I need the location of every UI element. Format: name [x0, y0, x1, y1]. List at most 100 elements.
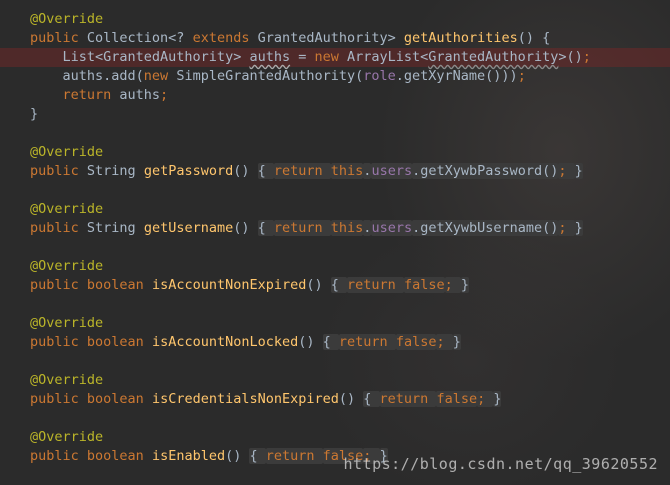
code-token: auths.add(: [30, 68, 144, 84]
code-token: }: [574, 220, 583, 236]
code-token: return: [347, 277, 404, 293]
code-token: ;: [582, 49, 591, 65]
code-line[interactable]: public boolean isAccountNonLocked() { re…: [0, 333, 670, 352]
code-token: public: [30, 220, 87, 236]
code-token: ;: [436, 334, 453, 350]
code-token: auths: [249, 49, 291, 65]
code-token: List<GrantedAuthority>: [30, 49, 250, 65]
code-token: getPassword: [143, 163, 234, 179]
code-area[interactable]: @Override public Collection<? extends Gra…: [0, 10, 670, 466]
code-line[interactable]: auths.add(new SimpleGrantedAuthority(rol…: [0, 67, 670, 86]
code-token: false: [395, 334, 437, 350]
code-token: @Override: [30, 11, 104, 27]
code-token: return: [265, 448, 323, 464]
code-token: GrantedAuthority: [428, 49, 559, 65]
code-line[interactable]: public String getPassword() { return thi…: [0, 162, 670, 181]
code-token: (): [233, 220, 258, 236]
code-line[interactable]: @Override: [0, 200, 670, 219]
code-token: @Override: [30, 258, 104, 274]
code-line[interactable]: [0, 352, 670, 371]
code-editor[interactable]: @Override public Collection<? extends Gra…: [0, 0, 670, 485]
code-token: ;: [477, 391, 494, 407]
code-token: public: [30, 448, 87, 464]
code-line[interactable]: [0, 124, 670, 143]
code-token: {: [249, 448, 266, 464]
code-line[interactable]: @Override: [0, 10, 670, 29]
code-token: .getXywbPassword(): [412, 163, 559, 179]
code-token: return: [338, 334, 396, 350]
code-token: isEnabled: [151, 448, 226, 464]
code-token: {: [363, 391, 380, 407]
code-line[interactable]: public Collection<? extends GrantedAutho…: [0, 29, 670, 48]
code-token: }: [574, 163, 583, 179]
code-token: getAuthorities: [403, 30, 518, 46]
code-token: ;: [558, 163, 575, 179]
watermark-url: https://blog.csdn.net/qq_39620552: [343, 455, 658, 473]
code-token: ;: [444, 277, 461, 293]
code-token: boolean: [86, 277, 152, 293]
code-token: return: [273, 220, 331, 236]
code-line[interactable]: @Override: [0, 428, 670, 447]
code-line[interactable]: @Override: [0, 257, 670, 276]
code-line[interactable]: }: [0, 105, 670, 124]
code-line[interactable]: [0, 295, 670, 314]
code-token: }: [452, 334, 461, 350]
code-token: ;: [517, 68, 526, 84]
code-token: public: [30, 30, 87, 46]
code-line-error-highlight[interactable]: List<GrantedAuthority> auths = new Array…: [0, 48, 670, 67]
code-line[interactable]: return auths;: [0, 86, 670, 105]
code-token: auths: [119, 87, 161, 103]
code-token: ArrayList<: [347, 49, 429, 65]
code-token: }: [30, 106, 39, 122]
code-token: return: [30, 87, 120, 103]
code-token: @Override: [30, 144, 104, 160]
code-token: boolean: [86, 448, 152, 464]
code-line[interactable]: [0, 181, 670, 200]
code-token: public: [30, 334, 87, 350]
code-token: this: [330, 220, 364, 236]
code-token: {: [322, 334, 339, 350]
code-line[interactable]: @Override: [0, 314, 670, 333]
code-token: boolean: [86, 391, 152, 407]
code-token: getUsername: [143, 220, 234, 236]
code-token: return: [379, 391, 437, 407]
code-token: .getXywbUsername(): [412, 220, 559, 236]
code-token: public: [30, 277, 87, 293]
code-token: {: [257, 220, 274, 236]
code-line[interactable]: public boolean isCredentialsNonExpired()…: [0, 390, 670, 409]
code-token: isAccountNonExpired: [151, 277, 307, 293]
code-token: Collection<?: [86, 30, 193, 46]
code-token: return: [273, 163, 331, 179]
code-token: .getXyrName())): [395, 68, 518, 84]
code-token: SimpleGrantedAuthority(: [176, 68, 364, 84]
code-token: isCredentialsNonExpired: [151, 391, 339, 407]
code-line[interactable]: [0, 238, 670, 257]
code-token: (): [306, 277, 331, 293]
code-token: String: [86, 220, 144, 236]
code-token: @Override: [30, 201, 104, 217]
code-token: public: [30, 163, 87, 179]
code-line[interactable]: public boolean isAccountNonExpired() { r…: [0, 276, 670, 295]
code-token: @Override: [30, 429, 104, 445]
code-token: users: [371, 163, 413, 179]
code-token: (): [298, 334, 323, 350]
code-token: }: [493, 391, 502, 407]
code-line[interactable]: @Override: [0, 143, 670, 162]
code-token: new: [143, 68, 177, 84]
code-line[interactable]: @Override: [0, 371, 670, 390]
code-token: String: [86, 163, 144, 179]
code-token: new: [314, 49, 347, 65]
code-token: role: [363, 68, 396, 84]
code-token: users: [371, 220, 413, 236]
code-token: ;: [558, 220, 575, 236]
code-token: isAccountNonLocked: [151, 334, 299, 350]
code-token: {: [330, 277, 348, 293]
code-token: () {: [517, 30, 551, 46]
code-token: }: [460, 277, 469, 293]
code-token: (): [233, 163, 258, 179]
code-token: >(): [558, 49, 583, 65]
code-token: {: [257, 163, 274, 179]
code-line[interactable]: [0, 409, 670, 428]
code-token: false: [403, 277, 445, 293]
code-line[interactable]: public String getUsername() { return thi…: [0, 219, 670, 238]
